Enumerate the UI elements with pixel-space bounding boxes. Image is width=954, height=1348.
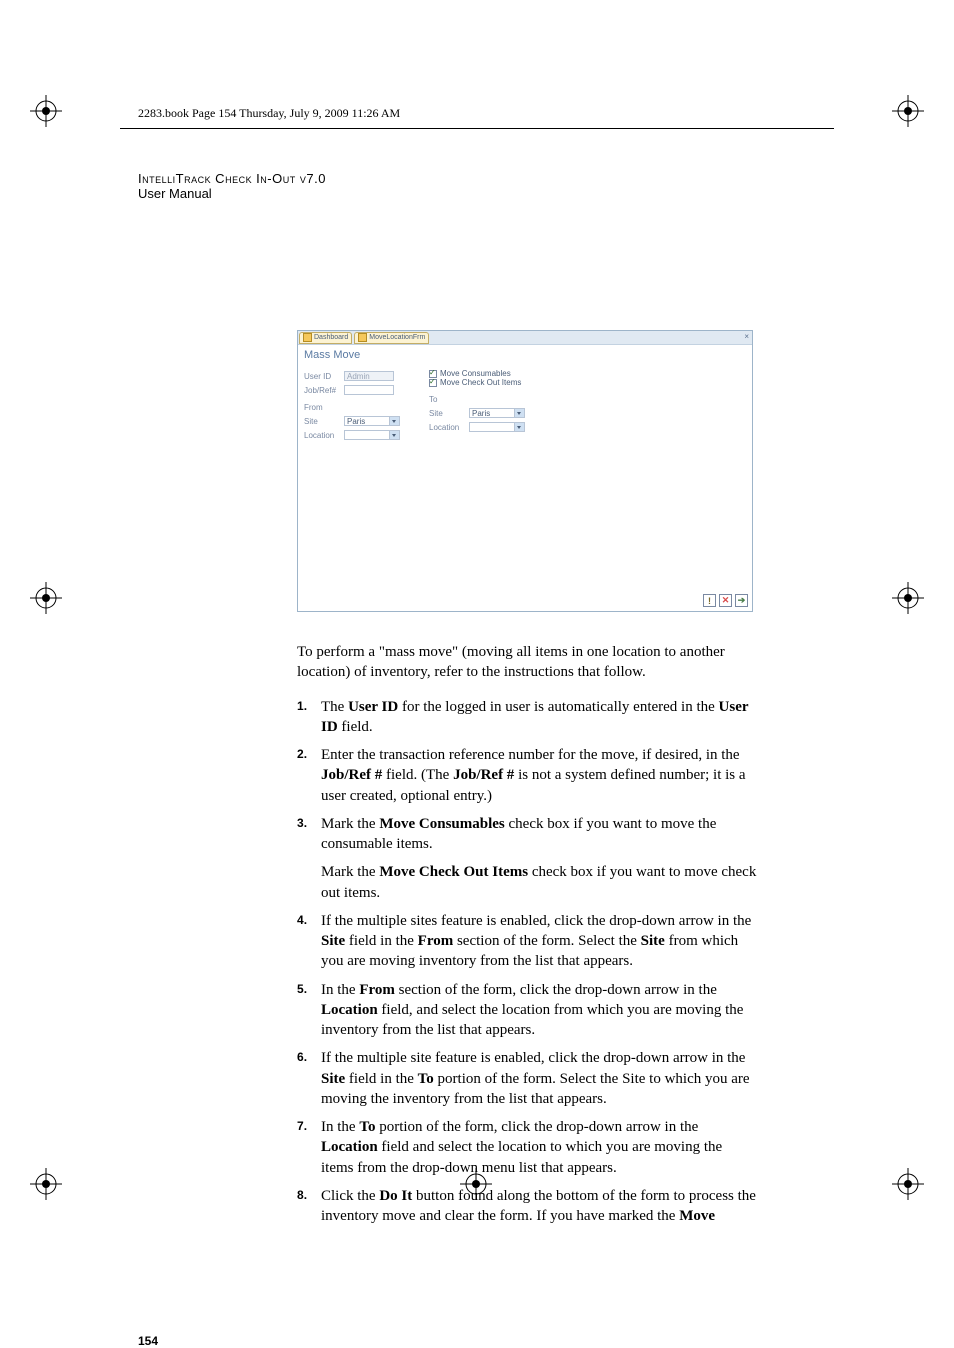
close-icon[interactable]: × [744, 332, 749, 341]
from-section-label: From [304, 403, 419, 412]
move-checkout-checkbox[interactable]: Move Check Out Items [429, 378, 579, 387]
user-id-label: User ID [304, 372, 344, 381]
move-checkout-label: Move Check Out Items [440, 378, 521, 387]
exit-button[interactable]: ➔ [735, 594, 748, 607]
crop-mark-icon [892, 1168, 924, 1200]
move-consumables-checkbox[interactable]: Move Consumables [429, 369, 579, 378]
do-it-button[interactable]: ! [703, 594, 716, 607]
step-2: Enter the transaction reference number f… [297, 745, 757, 806]
jobref-label: Job/Ref# [304, 386, 344, 395]
jobref-field[interactable] [344, 385, 394, 395]
to-location-select[interactable] [469, 422, 525, 432]
from-location-select[interactable] [344, 430, 400, 440]
body-text: To perform a "mass move" (moving all ite… [297, 642, 757, 1234]
crop-mark-icon [30, 95, 62, 127]
step-6: If the multiple site feature is enabled,… [297, 1048, 757, 1109]
form-title: Mass Move [298, 345, 752, 365]
crop-mark-icon [892, 582, 924, 614]
from-site-select[interactable]: Paris [344, 416, 400, 426]
cancel-button[interactable]: ✕ [719, 594, 732, 607]
step-3: Mark the Move Consumables check box if y… [297, 814, 757, 903]
step-5: In the From section of the form, click t… [297, 980, 757, 1041]
page-header-meta: 2283.book Page 154 Thursday, July 9, 200… [138, 106, 818, 121]
doc-title: IntelliTrack Check In-Out v7.0 [138, 171, 818, 186]
doc-subtitle: User Manual [138, 186, 818, 201]
tab-dashboard[interactable]: Dashboard [299, 332, 352, 344]
screenshot-mass-move-form: Dashboard MoveLocationFrm × Mass Move Us… [297, 330, 753, 612]
from-location-label: Location [304, 431, 344, 440]
crop-mark-icon [30, 582, 62, 614]
checkbox-icon [429, 379, 437, 387]
step-7: In the To portion of the form, click the… [297, 1117, 757, 1178]
tab-movelocationfrm[interactable]: MoveLocationFrm [354, 332, 429, 344]
crop-mark-icon [460, 1168, 492, 1200]
doc-title-block: IntelliTrack Check In-Out v7.0 User Manu… [138, 171, 818, 201]
step-8: Click the Do It button found along the b… [297, 1186, 757, 1227]
move-consumables-label: Move Consumables [440, 369, 511, 378]
to-site-label: Site [429, 409, 469, 418]
user-id-field[interactable]: Admin [344, 371, 394, 381]
to-section-label: To [429, 395, 579, 404]
tab-icon [358, 333, 367, 342]
steps-list: The User ID for the logged in user is au… [297, 697, 757, 1227]
tab-bar: Dashboard MoveLocationFrm × [298, 331, 752, 345]
from-site-label: Site [304, 417, 344, 426]
page-number: 154 [138, 1334, 158, 1348]
intro-paragraph: To perform a "mass move" (moving all ite… [297, 642, 757, 683]
to-site-select[interactable]: Paris [469, 408, 525, 418]
tab-icon [303, 333, 312, 342]
crop-mark-icon [892, 95, 924, 127]
step-4: If the multiple sites feature is enabled… [297, 911, 757, 972]
to-location-label: Location [429, 423, 469, 432]
crop-mark-icon [30, 1168, 62, 1200]
step-1: The User ID for the logged in user is au… [297, 697, 757, 738]
